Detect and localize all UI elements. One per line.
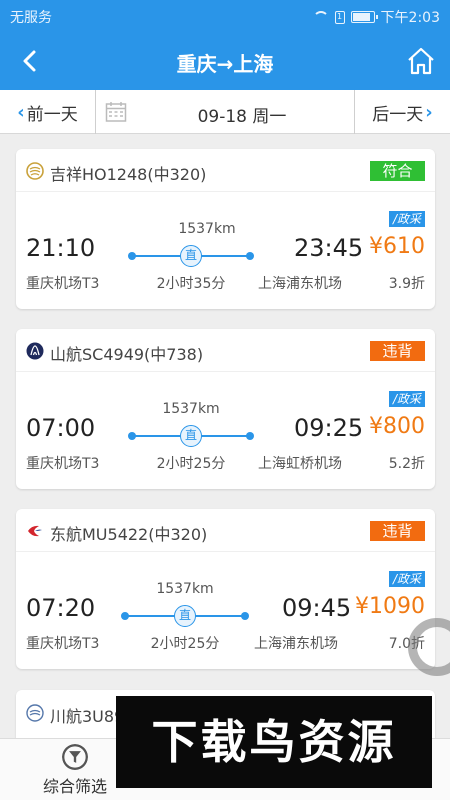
flight-duration: 2小时35分	[156, 276, 226, 292]
current-date[interactable]: 09-18 周一	[130, 102, 354, 127]
direct-flight-icon: 直	[180, 425, 202, 447]
shandong-airline-logo-icon	[26, 342, 44, 360]
arrival-time: 23:45	[294, 234, 364, 262]
airline-flight-number: 东航MU5422(中320)	[50, 525, 208, 544]
flight-card[interactable]: 东航MU5422(中320) 违背 1537km /政采 07:20 直 09:…	[16, 509, 435, 669]
prev-day-label: 前一天	[26, 104, 78, 125]
arrival-time: 09:45	[282, 594, 352, 622]
arrival-airport: 上海浦东机场	[254, 636, 338, 652]
route-end-dot	[241, 612, 249, 620]
direct-flight-icon: 直	[174, 605, 196, 627]
flight-distance: 1537km	[162, 401, 220, 417]
flight-card-header: 吉祥HO1248(中320) 符合	[16, 149, 435, 192]
airline-flight-number: 吉祥HO1248(中320)	[50, 165, 207, 184]
filter-label: 综合筛选	[42, 777, 107, 796]
status-icons: 1 下午2:03	[312, 7, 440, 27]
ticket-price: ¥610	[369, 234, 425, 259]
policy-status-badge: 违背	[370, 341, 425, 361]
flight-duration: 2小时25分	[156, 456, 226, 472]
flight-card-header: 山航SC4949(中738) 违背	[16, 329, 435, 372]
filter-button[interactable]: 综合筛选	[20, 739, 130, 800]
juneyao-airline-logo-icon	[26, 162, 44, 180]
route-end-dot	[246, 252, 254, 260]
departure-time: 21:10	[26, 234, 96, 262]
departure-airport: 重庆机场T3	[26, 276, 100, 292]
home-icon[interactable]	[406, 46, 436, 76]
carrier-text: 无服务	[10, 10, 52, 26]
policy-tag: /政采	[389, 571, 425, 587]
date-bar: ‹ 前一天 09-18 周一 后一天 ›	[0, 90, 450, 134]
nav-bar: 重庆→上海	[0, 32, 450, 90]
flight-duration: 2小时25分	[150, 636, 220, 652]
page-title: 重庆→上海	[176, 52, 274, 76]
sim-icon: 1	[334, 10, 345, 24]
arrival-airport: 上海虹桥机场	[258, 456, 342, 472]
prev-day-button[interactable]: ‹ 前一天	[0, 90, 96, 134]
chevron-right-icon: ›	[425, 101, 433, 123]
departure-airport: 重庆机场T3	[26, 636, 100, 652]
policy-status-badge: 符合	[370, 161, 425, 181]
flight-card-header: 东航MU5422(中320) 违背	[16, 509, 435, 552]
flight-card[interactable]: 山航SC4949(中738) 违背 1537km /政采 07:00 直 09:…	[16, 329, 435, 489]
ticket-price: ¥800	[369, 414, 425, 439]
departure-time: 07:00	[26, 414, 96, 442]
route-end-dot	[246, 432, 254, 440]
battery-icon	[350, 11, 378, 23]
policy-tag: /政采	[389, 211, 425, 227]
departure-airport: 重庆机场T3	[26, 456, 100, 472]
policy-tag: /政采	[389, 391, 425, 407]
ticket-discount: 3.9折	[388, 276, 425, 292]
flight-card[interactable]: 吉祥HO1248(中320) 符合 1537km /政采 21:10 直 23:…	[16, 149, 435, 309]
status-time: 下午2:03	[380, 10, 440, 26]
departure-time: 07:20	[26, 594, 96, 622]
wifi-icon	[312, 11, 329, 23]
calendar-icon[interactable]	[105, 101, 127, 123]
filter-icon	[62, 744, 88, 770]
arrival-airport: 上海浦东机场	[258, 276, 342, 292]
watermark-banner: 下载鸟资源	[116, 696, 432, 788]
status-bar: 无服务 1 下午2:03	[0, 0, 450, 32]
policy-status-badge: 违背	[370, 521, 425, 541]
chevron-left-icon: ‹	[17, 101, 25, 123]
sichuan-airline-logo-icon	[26, 704, 44, 722]
ticket-discount: 5.2折	[388, 456, 425, 472]
direct-flight-icon: 直	[180, 245, 202, 267]
airline-flight-number: 川航3U89	[50, 707, 125, 726]
next-day-label: 后一天	[372, 104, 424, 125]
china-eastern-logo-icon	[28, 525, 42, 537]
ticket-price: ¥1090	[355, 594, 425, 619]
arrival-time: 09:25	[294, 414, 364, 442]
flight-distance: 1537km	[178, 221, 236, 237]
next-day-button[interactable]: 后一天 ›	[354, 90, 450, 134]
flight-distance: 1537km	[156, 581, 214, 597]
airline-flight-number: 山航SC4949(中738)	[50, 345, 204, 364]
